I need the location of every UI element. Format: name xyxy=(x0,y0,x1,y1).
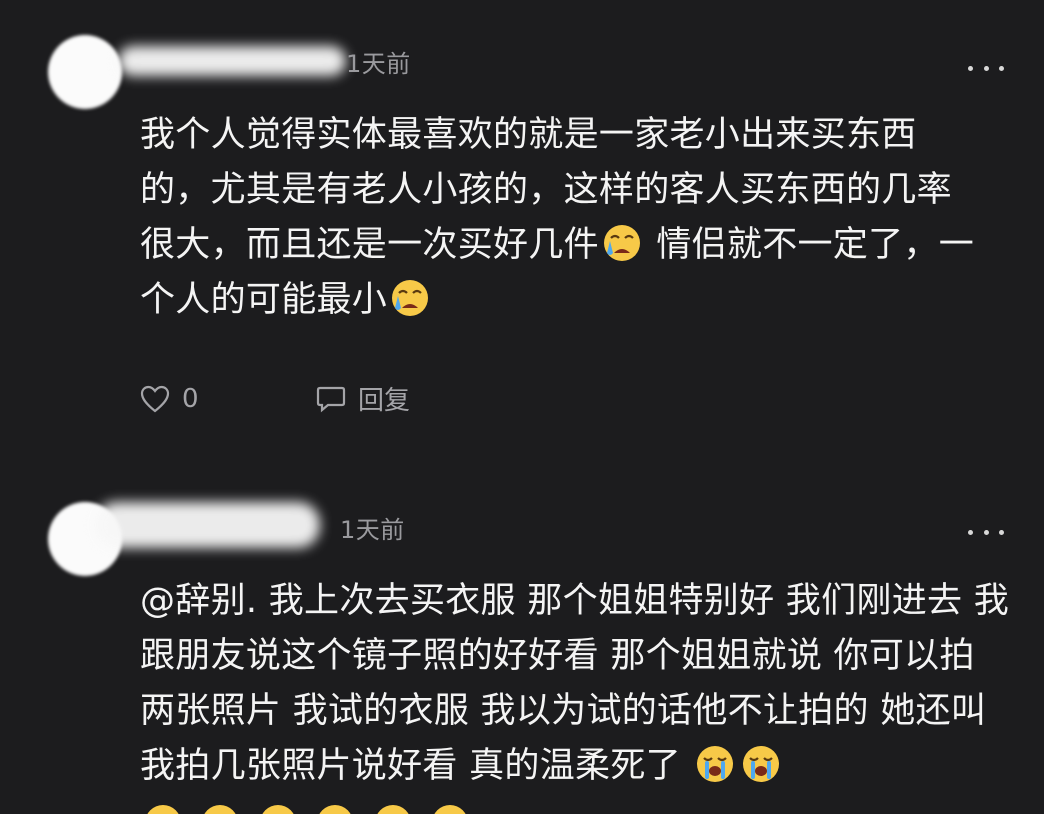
loudly-crying-face-icon xyxy=(697,746,734,782)
comment-actions: 0 回复 xyxy=(140,380,410,417)
loudly-crying-face-icon xyxy=(262,805,294,814)
reply-label: 回复 xyxy=(358,386,411,416)
more-dot-icon xyxy=(999,65,1004,71)
reply-button[interactable]: 回复 xyxy=(316,380,410,417)
loudly-crying-face-icon xyxy=(147,805,179,814)
comment-feed: 1天前 我个人觉得实体最喜欢的就是一家老小出来买东西的，尤其是有老人小孩的，这样… xyxy=(0,0,1044,814)
avatar[interactable] xyxy=(48,35,122,109)
comment-body: @辞别. 我上次去买衣服 那个姐姐特别好 我们刚进去 我跟朋友说这个镜子照的好好… xyxy=(140,574,1010,814)
emoji-row xyxy=(140,798,1010,814)
comment-text-part: @辞别. 我上次去买衣服 那个姐姐特别好 我们刚进去 我跟朋友说这个镜子照的好好… xyxy=(140,581,1010,786)
crying-face-icon xyxy=(392,280,429,316)
comment-bubble-icon xyxy=(316,386,346,412)
like-button[interactable]: 0 xyxy=(140,384,316,414)
crying-face-icon xyxy=(603,225,640,261)
more-dot-icon xyxy=(983,65,989,71)
comment-item: 1天前 我个人觉得实体最喜欢的就是一家老小出来买东西的，尤其是有老人小孩的，这样… xyxy=(0,0,1044,470)
username-redacted[interactable] xyxy=(95,502,320,548)
username-redacted[interactable] xyxy=(118,46,346,76)
more-dot-icon xyxy=(999,529,1004,535)
comment-timestamp: 1天前 xyxy=(340,516,405,544)
more-dot-icon xyxy=(968,529,973,535)
loudly-crying-face-icon xyxy=(377,805,409,814)
comment-item: 1天前 @辞别. 我上次去买衣服 那个姐姐特别好 我们刚进去 我跟朋友说这个镜子… xyxy=(0,470,1044,814)
heart-icon xyxy=(140,385,170,412)
comment-timestamp: 1天前 xyxy=(346,50,411,78)
loudly-crying-face-icon xyxy=(434,805,466,814)
loudly-crying-face-icon xyxy=(743,746,780,782)
loudly-crying-face-icon xyxy=(204,805,237,814)
comment-body: 我个人觉得实体最喜欢的就是一家老小出来买东西的，尤其是有老人小孩的，这样的客人买… xyxy=(140,108,980,328)
more-options-button[interactable] xyxy=(968,522,1004,542)
more-dot-icon xyxy=(968,65,973,71)
more-options-button[interactable] xyxy=(968,58,1004,78)
more-dot-icon xyxy=(983,529,989,535)
loudly-crying-face-icon xyxy=(319,805,351,814)
like-count: 0 xyxy=(182,383,199,414)
